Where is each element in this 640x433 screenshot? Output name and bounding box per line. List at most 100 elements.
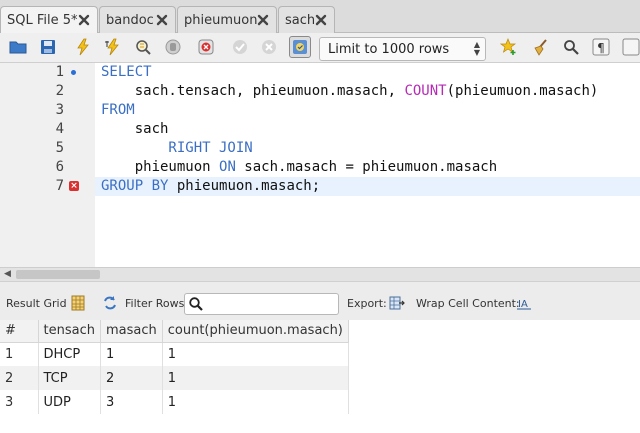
column-header-rownum[interactable]: # [0, 320, 39, 343]
error-marker-icon[interactable]: × [69, 181, 79, 191]
cell-count[interactable]: 1 [162, 366, 349, 390]
code-text: SELECT [101, 63, 152, 82]
x-circle-icon [262, 40, 276, 54]
autocommit-toggle[interactable] [289, 36, 311, 58]
rollback-button[interactable] [258, 36, 280, 58]
svg-text:¶: ¶ [597, 41, 605, 55]
open-file-button[interactable] [7, 36, 29, 58]
line-number: 5 [55, 140, 64, 156]
tab-label: bandoc [106, 12, 154, 28]
hand-stop-icon [165, 39, 181, 55]
result-grid[interactable]: # tensach masach count(phieumuon.masach)… [0, 320, 640, 433]
code-text: RIGHT JOIN [101, 139, 253, 158]
code-text: FROM [101, 101, 135, 120]
code-token: phieumuon [101, 159, 220, 175]
code-text: GROUP BY phieumuon.masach; [101, 177, 320, 196]
invisible-chars-button[interactable]: ¶ [590, 36, 612, 58]
code-line: 4 sach [0, 120, 640, 139]
find-button[interactable] [560, 36, 582, 58]
export-icon[interactable] [389, 295, 405, 311]
refresh-icon[interactable] [102, 295, 118, 311]
add-snippet-button[interactable] [498, 36, 520, 58]
select-arrows-icon: ▲ ▼ [473, 40, 480, 57]
code-text: sach.tensach, phieumuon.masach, COUNT(ph… [101, 82, 599, 101]
keyword: RIGHT JOIN [101, 140, 253, 156]
toggle-error-button[interactable] [195, 36, 217, 58]
folder-icon [9, 41, 27, 54]
table-row[interactable]: 3 UDP 3 1 [0, 390, 349, 414]
check-circle-icon [233, 40, 247, 54]
execute-button[interactable] [72, 36, 94, 58]
limit-rows-select[interactable]: Limit to 1000 rows ▲ ▼ [319, 37, 486, 61]
table-header-row: # tensach masach count(phieumuon.masach) [0, 320, 349, 343]
keyword: SELECT [101, 64, 152, 80]
cell-tensach[interactable]: DHCP [38, 342, 101, 366]
keyword: GROUP BY [101, 178, 169, 194]
row-number: 1 [0, 342, 39, 366]
explain-magnifier-icon [136, 40, 151, 55]
code-line: 5 RIGHT JOIN [0, 139, 640, 158]
table-row[interactable]: 2 TCP 2 1 [0, 366, 349, 390]
keyword: ON [219, 159, 236, 175]
star-plus-icon [500, 38, 517, 55]
column-header-masach[interactable]: masach [100, 320, 163, 343]
close-icon[interactable] [77, 13, 91, 27]
scroll-left-icon[interactable]: ◀ [4, 269, 11, 279]
code-token: (phieumuon.masach) [446, 83, 599, 99]
lightning-icon [77, 38, 89, 56]
tab-phieumuon[interactable]: phieumuon [177, 6, 277, 33]
close-icon[interactable] [314, 13, 328, 27]
commit-button[interactable] [229, 36, 251, 58]
close-icon[interactable] [256, 13, 270, 27]
limit-value: Limit to 1000 rows [328, 42, 450, 57]
save-button[interactable] [37, 36, 59, 58]
column-header-count[interactable]: count(phieumuon.masach) [162, 320, 349, 343]
close-icon[interactable] [155, 13, 169, 27]
cell-tensach[interactable]: TCP [38, 366, 101, 390]
code-line: 3 FROM [0, 101, 640, 120]
beautify-button[interactable] [530, 36, 552, 58]
cell-count[interactable]: 1 [162, 390, 349, 414]
sql-editor-toolbar: Limit to 1000 rows ▲ ▼ ¶ [0, 33, 640, 63]
wrap-lines-button[interactable] [620, 36, 640, 58]
editor-horizontal-scrollbar[interactable]: ◀ [0, 267, 640, 281]
wrap-cell-icon[interactable]: IA [516, 295, 532, 311]
filter-rows-input[interactable] [184, 293, 339, 315]
column-header-tensach[interactable]: tensach [38, 320, 101, 343]
tab-sql-file-5[interactable]: SQL File 5* [0, 6, 98, 34]
result-table: # tensach masach count(phieumuon.masach)… [0, 320, 349, 414]
line-number: 7 [55, 178, 64, 194]
code-text: phieumuon ON sach.masach = phieumuon.mas… [101, 158, 497, 177]
result-grid-label: Result Grid [6, 297, 67, 310]
svg-text:IA: IA [518, 299, 528, 310]
pilcrow-icon: ¶ [592, 38, 610, 56]
cell-masach[interactable]: 1 [100, 342, 163, 366]
line-number: 6 [55, 159, 64, 175]
broom-icon [534, 39, 547, 56]
line-number: 3 [55, 102, 64, 118]
table-row[interactable]: 1 DHCP 1 1 [0, 342, 349, 366]
cell-count[interactable]: 1 [162, 342, 349, 366]
tab-bandoc[interactable]: bandoc [99, 6, 176, 33]
keyword: FROM [101, 102, 135, 118]
execute-current-button[interactable] [102, 36, 124, 58]
stop-button[interactable] [162, 36, 184, 58]
cell-tensach[interactable]: UDP [38, 390, 101, 414]
code-line: 6 phieumuon ON sach.masach = phieumuon.m… [0, 158, 640, 177]
grid-view-icon[interactable] [70, 295, 86, 311]
editor-tab-bar: SQL File 5* bandoc phieumuon sach [0, 0, 640, 34]
explain-button[interactable] [132, 36, 154, 58]
line-number: 1 [55, 64, 64, 80]
sql-editor[interactable]: 1 SELECT 2 sach.tensach, phieumuon.masac… [0, 63, 640, 267]
result-toolbar: Result Grid Filter Rows: Export: Wrap Ce… [0, 281, 640, 321]
cell-masach[interactable]: 2 [100, 366, 163, 390]
function-token: COUNT [404, 83, 447, 99]
scrollbar-thumb[interactable] [16, 270, 100, 279]
row-number: 2 [0, 366, 39, 390]
export-label: Export: [347, 297, 387, 310]
cell-masach[interactable]: 3 [100, 390, 163, 414]
tab-label: phieumuon [184, 12, 258, 28]
tab-sach[interactable]: sach [278, 6, 335, 33]
statement-marker-icon [71, 70, 76, 75]
code-line: 2 sach.tensach, phieumuon.masach, COUNT(… [0, 82, 640, 101]
